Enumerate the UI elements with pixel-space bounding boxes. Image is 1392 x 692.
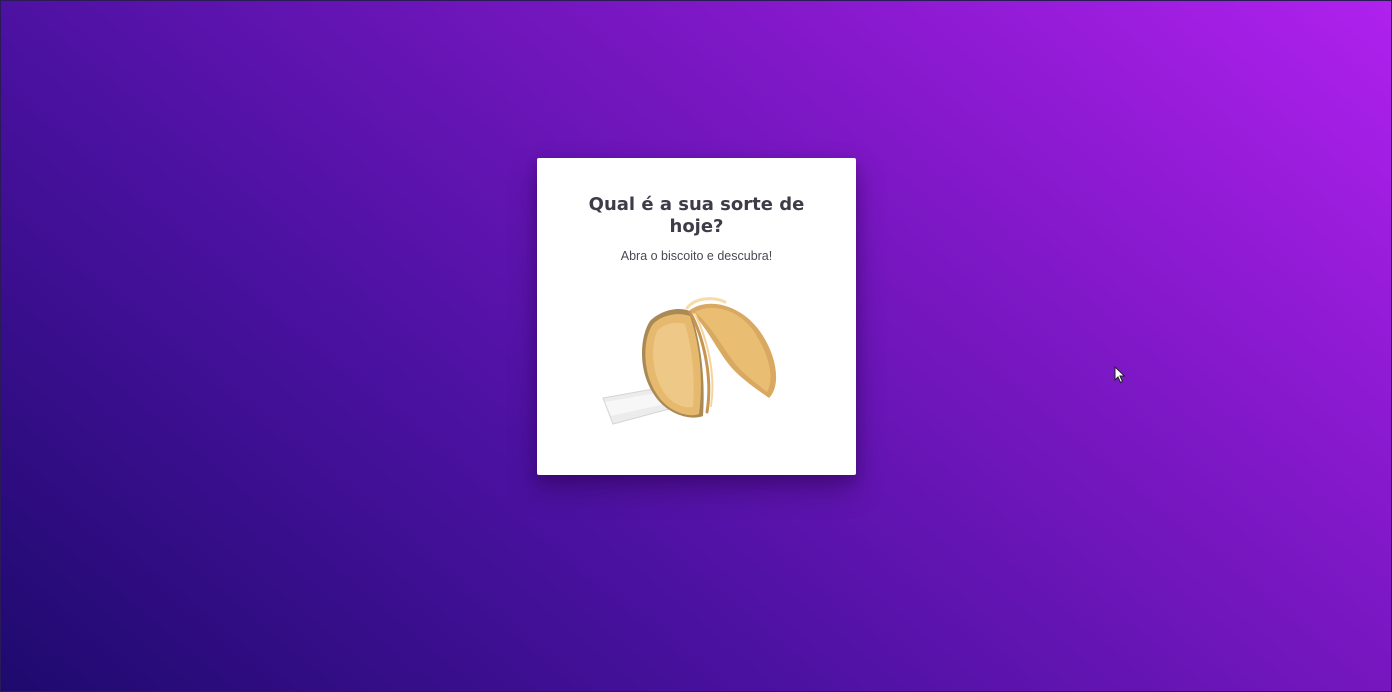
card-subtitle: Abra o biscoito e descubra! — [620, 249, 773, 263]
fortune-cookie-icon — [602, 297, 777, 425]
fortune-cookie-button[interactable] — [595, 276, 795, 436]
card-title: Qual é a sua sorte de hoje? — [588, 194, 805, 237]
mouse-cursor-icon — [1114, 366, 1126, 384]
fortune-card: Qual é a sua sorte de hoje? Abra o bisco… — [537, 158, 856, 475]
